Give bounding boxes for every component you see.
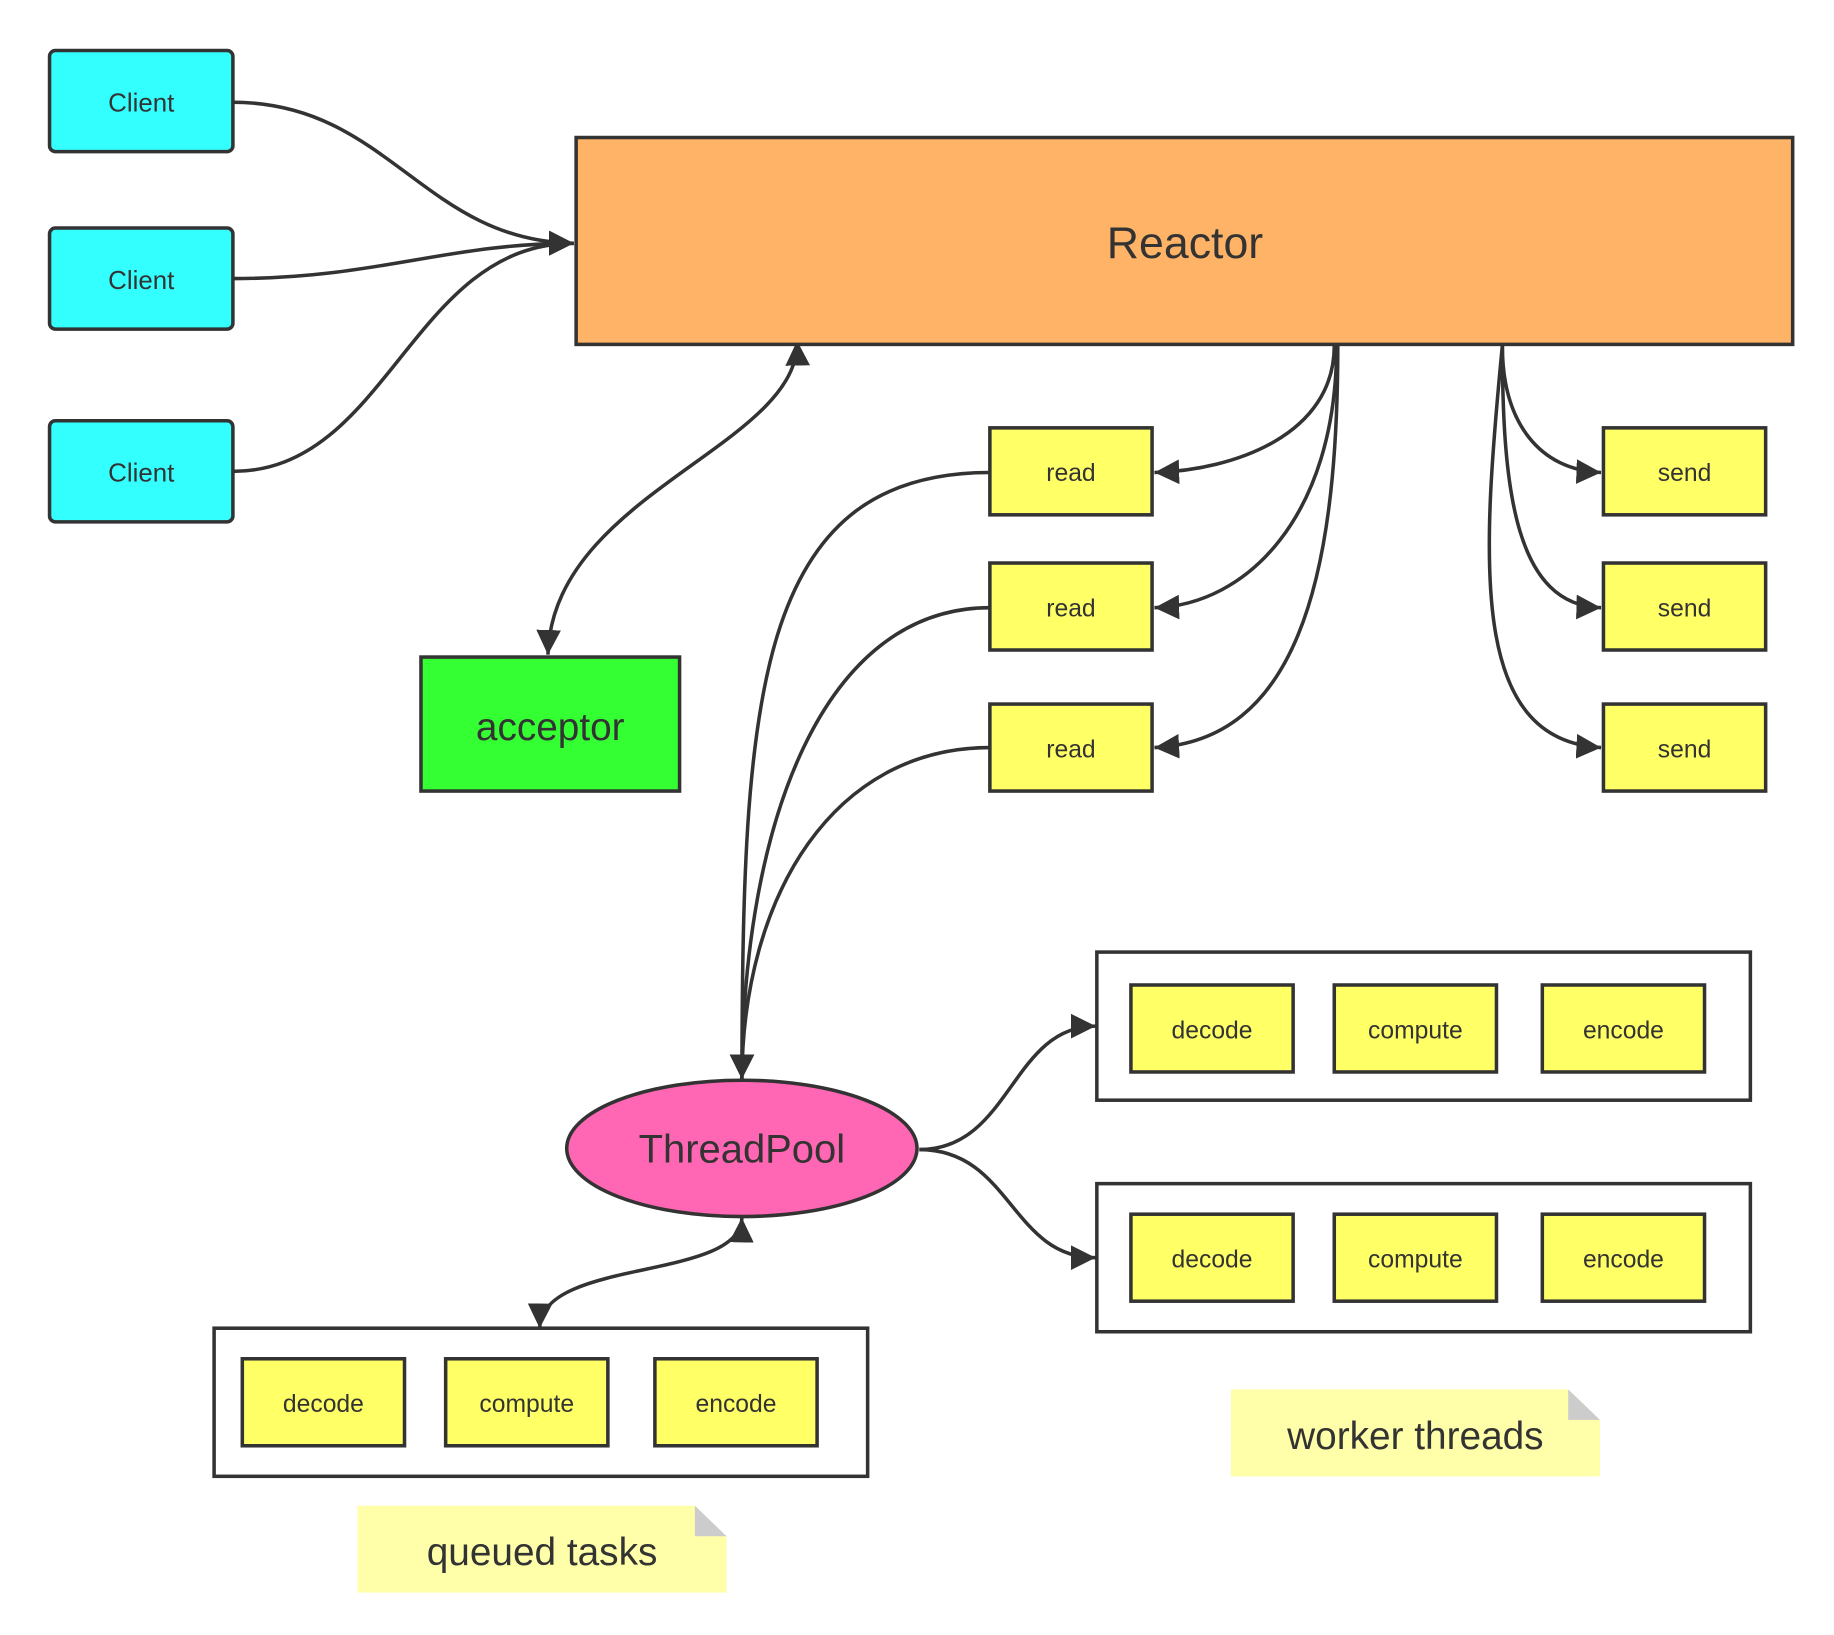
edge-reactor-acceptor xyxy=(536,340,810,655)
send-label: send xyxy=(1658,736,1712,763)
task-label: compute xyxy=(479,1391,574,1418)
edge-client1-reactor xyxy=(232,100,574,256)
read-node: read xyxy=(988,426,1154,517)
edge-reactor-read3 xyxy=(1154,345,1340,759)
edge-read1-threadpool xyxy=(729,470,990,1080)
threadpool-node: ThreadPool xyxy=(564,1078,919,1219)
client-label: Client xyxy=(108,89,174,117)
edge-reactor-read2 xyxy=(1154,345,1339,620)
edge-threadpool-queue xyxy=(527,1217,754,1329)
read-label: read xyxy=(1046,595,1095,622)
edge-client2-reactor xyxy=(232,230,574,281)
send-label: send xyxy=(1658,460,1712,487)
reactor-label: Reactor xyxy=(1107,219,1263,268)
send-node: send xyxy=(1601,426,1768,517)
client-node: Client xyxy=(47,226,235,331)
acceptor-node: acceptor xyxy=(419,655,682,793)
worker-group: decode compute encode xyxy=(1095,1181,1753,1334)
task-label: decode xyxy=(1172,1247,1253,1274)
edge-reactor-read1 xyxy=(1154,345,1337,485)
task-label: encode xyxy=(696,1391,777,1418)
threadpool-label: ThreadPool xyxy=(639,1128,846,1172)
reactor-diagram: Client Client Client Reactor acceptor re… xyxy=(47,48,1795,1593)
task-label: encode xyxy=(1583,1017,1664,1044)
edge-threadpool-worker2 xyxy=(919,1147,1096,1271)
send-node: send xyxy=(1601,702,1768,793)
read-node: read xyxy=(988,561,1154,652)
edge-read3-threadpool xyxy=(729,745,990,1080)
client-label: Client xyxy=(108,460,174,488)
task-label: decode xyxy=(283,1391,364,1418)
read-label: read xyxy=(1046,460,1095,487)
note-queued-tasks: queued tasks xyxy=(357,1505,727,1593)
edge-reactor-send2 xyxy=(1500,345,1602,620)
note-text: worker threads xyxy=(1286,1415,1543,1458)
edge-reactor-send3 xyxy=(1487,345,1602,759)
task-label: compute xyxy=(1368,1017,1463,1044)
note-text: queued tasks xyxy=(427,1531,658,1574)
note-worker-threads: worker threads xyxy=(1230,1389,1600,1477)
edge-threadpool-worker1 xyxy=(919,1013,1096,1152)
client-node: Client xyxy=(47,48,235,154)
read-node: read xyxy=(988,702,1154,793)
queue-group: decode compute encode xyxy=(212,1326,870,1479)
edge-reactor-send1 xyxy=(1500,345,1602,484)
edge-read2-threadpool xyxy=(729,605,990,1080)
reactor-node: Reactor xyxy=(574,135,1795,347)
note-fold xyxy=(694,1505,727,1537)
read-label: read xyxy=(1046,736,1095,763)
task-label: compute xyxy=(1368,1247,1463,1274)
client-node: Client xyxy=(47,419,235,524)
worker-group: decode compute encode xyxy=(1095,950,1753,1102)
client-label: Client xyxy=(108,267,174,295)
note-fold xyxy=(1568,1389,1600,1420)
send-label: send xyxy=(1658,595,1712,622)
task-label: decode xyxy=(1172,1017,1253,1044)
task-label: encode xyxy=(1583,1247,1664,1274)
acceptor-label: acceptor xyxy=(476,706,625,749)
send-node: send xyxy=(1601,561,1768,652)
